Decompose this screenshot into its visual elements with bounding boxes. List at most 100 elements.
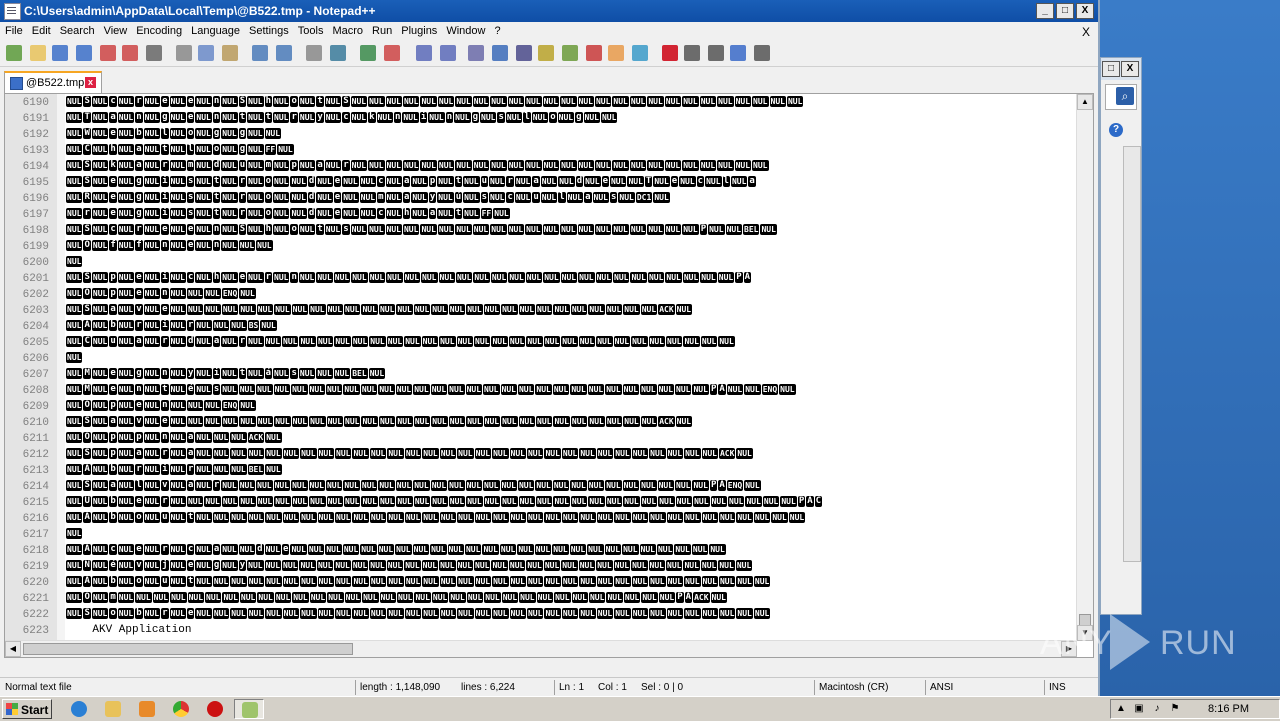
tray-arrow-icon[interactable]: ▲ [1115, 703, 1127, 715]
monitor-icon[interactable] [632, 45, 648, 61]
text-area[interactable]: 6190 NUL S NUL c NUL r NUL e NUL e NUL n NUL S NUL h NUL o… [5, 95, 1077, 641]
menu-macro[interactable]: Macro [327, 22, 367, 37]
explorer-taskbar-button[interactable] [98, 699, 128, 719]
editor-line[interactable]: 6217 NUL [5, 527, 1077, 543]
help-icon[interactable]: ? [1109, 123, 1123, 137]
editor-line[interactable]: 6220 NUL A NUL b NUL o NUL u NUL t NUL NUL NUL NUL NUL N… [5, 575, 1077, 591]
cut-icon[interactable] [176, 45, 192, 61]
horizontal-scroll-thumb[interactable] [23, 643, 353, 655]
editor-line[interactable]: 6223 AKV Application [5, 623, 1077, 639]
background-close-button[interactable]: X [1121, 61, 1139, 77]
editor-line[interactable]: 6221 NUL O NUL m NUL NUL NUL NUL NUL NUL NUL NUL NUL N… [5, 591, 1077, 607]
sync-h-icon[interactable] [440, 45, 456, 61]
menu-tools[interactable]: Tools [293, 22, 328, 37]
close-document-button[interactable]: X [1082, 25, 1090, 39]
editor-line[interactable]: 6205 NUL C NUL u NUL a NUL r NUL d NUL a NUL r NUL NUL NU… [5, 335, 1077, 351]
menu-window[interactable]: Window [441, 22, 489, 37]
find-icon[interactable] [306, 45, 322, 61]
editor-line[interactable]: 6211 NUL Ö NUL p NUL p NUL n NUL a NUL NUL NUL ACK NUL [5, 431, 1077, 447]
tab-document[interactable]: @B522.tmp x [4, 71, 102, 94]
indent-guide-icon[interactable] [516, 45, 532, 61]
menu-search[interactable]: Search [55, 22, 99, 37]
search-icon[interactable]: ⌕ [1116, 87, 1134, 105]
volume-icon[interactable]: ♪ [1151, 703, 1163, 715]
chrome-taskbar-button[interactable] [166, 699, 196, 719]
editor-line[interactable]: 6219 NUL N NUL é NUL v NUL j NUL e NUL g NUL y NUL NUL NU… [5, 559, 1077, 575]
folder-workspace-icon[interactable] [608, 45, 624, 61]
maximize-button[interactable]: □ [1056, 3, 1074, 19]
minimize-button[interactable]: _ [1036, 3, 1054, 19]
editor-line[interactable]: 6193 NUL C NUL h NUL a NUL t NUL l NUL o NUL g NUL FF NUL [5, 143, 1077, 159]
print-icon[interactable] [146, 45, 162, 61]
tab-close-icon[interactable]: x [85, 77, 96, 88]
new-file-icon[interactable] [6, 45, 22, 61]
notepadpp-taskbar-button[interactable] [234, 699, 264, 719]
editor-line[interactable]: 6196 NUL R NUL e NUL g NUL i NUL s NUL t NUL r NUL o NUL N… [5, 191, 1077, 207]
menu-file[interactable]: File [0, 22, 27, 37]
zoom-in-icon[interactable] [360, 45, 376, 61]
menu-language[interactable]: Language [186, 22, 244, 37]
doc-map-icon[interactable] [562, 45, 578, 61]
menu-run[interactable]: Run [367, 22, 396, 37]
editor-line[interactable]: 6194 NUL S NUL k NUL a NUL r NUL m NUL d NUL u NUL m NUL p… [5, 159, 1077, 175]
save-all-icon[interactable] [76, 45, 92, 61]
menu-settings[interactable]: Settings [244, 22, 293, 37]
editor-line[interactable]: 6198 NUL S NUL c NUL r NUL e NUL e NUL n NUL S NUL h NUL o… [5, 223, 1077, 239]
udl-icon[interactable] [538, 45, 554, 61]
editor-line[interactable]: 6204 NUL A NUL b NUL r NUL i NUL r NUL NUL NUL BS NUL [5, 319, 1077, 335]
function-list-icon[interactable] [586, 45, 602, 61]
zoom-out-icon[interactable] [384, 45, 400, 61]
save-icon[interactable] [52, 45, 68, 61]
editor-line[interactable]: 6208 NUL M NUL e NUL n NUL t NUL é NUL s NUL NUL NUL NUL… [5, 383, 1077, 399]
undo-icon[interactable] [252, 45, 268, 61]
save-macro-icon[interactable] [754, 45, 770, 61]
stop-record-icon[interactable] [684, 45, 700, 61]
paste-icon[interactable] [222, 45, 238, 61]
run-macro-multiple-icon[interactable] [730, 45, 746, 61]
editor-line[interactable]: 6203 NUL S NUL a NUL v NUL e NUL NUL NUL NUL NUL NUL NU… [5, 303, 1077, 319]
editor-line[interactable]: 6207 NUL M NUL e NUL g NUL n NUL y NUL i NUL t NUL á NUL s… [5, 367, 1077, 383]
editor-line[interactable]: 6218 NUL A NUL c NUL e NUL r NUL c NUL a NUL NUL d NUL e N… [5, 543, 1077, 559]
copy-icon[interactable] [198, 45, 214, 61]
menu-plugins[interactable]: Plugins [396, 22, 441, 37]
horizontal-scrollbar[interactable]: ◀ ▶ [5, 640, 1077, 657]
replace-icon[interactable] [330, 45, 346, 61]
editor-line[interactable]: 6214 NUL S NUL a NUL l NUL v NUL a NUL r NUL NUL NUL NUL… [5, 479, 1077, 495]
editor-line[interactable]: 6215 NUL Ü NUL b NUL e NUL r NUL NUL NUL NUL NUL NUL NU… [5, 495, 1077, 511]
flag-icon[interactable]: ⚑ [1169, 703, 1181, 715]
editor-line[interactable]: 6195 NUL S NUL e NUL g NUL i NUL s NUL t NUL r NUL o NUL N… [5, 175, 1077, 191]
clock[interactable]: 8:16 PM [1208, 703, 1249, 715]
editor-line[interactable]: 6212 NUL S NUL p NUL a NUL r NUL a NUL NUL NUL NUL NUL N… [5, 447, 1077, 463]
editor-line[interactable]: 6192 NUL W NUL e NUL b NUL l NUL o NUL g NUL g NUL NUL [5, 127, 1077, 143]
background-search-box[interactable]: ⌕ [1105, 84, 1137, 110]
close-icon[interactable] [100, 45, 116, 61]
show-all-chars-icon[interactable] [492, 45, 508, 61]
background-scrollbar[interactable] [1123, 146, 1141, 562]
editor-line[interactable]: 6222 NUL S NUL o NUL b NUL r NUL e NUL NUL NUL NUL NUL N… [5, 607, 1077, 623]
close-button[interactable]: X [1076, 3, 1094, 19]
menu-encoding[interactable]: Encoding [131, 22, 186, 37]
background-window-titlebar[interactable]: □ X [1101, 58, 1141, 80]
editor-line[interactable]: 6199 NUL O NUL f NUL f NUL n NUL e NUL n NUL NUL NUL [5, 239, 1077, 255]
vertical-scrollbar[interactable]: ▲ ▼ [1076, 94, 1093, 641]
editor-line[interactable]: 6200 NUL [5, 255, 1077, 271]
play-macro-icon[interactable] [708, 45, 724, 61]
menu-edit[interactable]: Edit [27, 22, 55, 37]
start-button[interactable]: Start [2, 699, 52, 719]
network-icon[interactable]: ▣ [1133, 703, 1145, 715]
word-wrap-icon[interactable] [468, 45, 484, 61]
scroll-up-arrow-icon[interactable]: ▲ [1077, 94, 1093, 110]
editor-line[interactable]: 6191 NUL T NUL a NUL n NUL g NUL e NUL n NUL t NUL t NUL r… [5, 111, 1077, 127]
editor-line[interactable]: 6209 NUL O NUL p NUL e NUL n NUL NUL NUL ENQ NUL [5, 399, 1077, 415]
editor-line[interactable]: 6190 NUL S NUL c NUL r NUL e NUL e NUL n NUL S NUL h NUL o… [5, 95, 1077, 111]
ie-taskbar-button[interactable] [64, 699, 94, 719]
menu-view[interactable]: View [99, 22, 132, 37]
redo-icon[interactable] [276, 45, 292, 61]
background-maximize-button[interactable]: □ [1102, 61, 1120, 77]
editor-line[interactable]: 6213 NUL A NUL b NUL r NUL i NUL r NUL NUL NUL BEL NUL [5, 463, 1077, 479]
close-all-icon[interactable] [122, 45, 138, 61]
editor-line[interactable]: 6202 NUL O NUL p NUL e NUL n NUL NUL NUL ENQ NUL [5, 287, 1077, 303]
sync-v-icon[interactable] [416, 45, 432, 61]
record-macro-icon[interactable] [662, 45, 678, 61]
open-file-icon[interactable] [30, 45, 46, 61]
